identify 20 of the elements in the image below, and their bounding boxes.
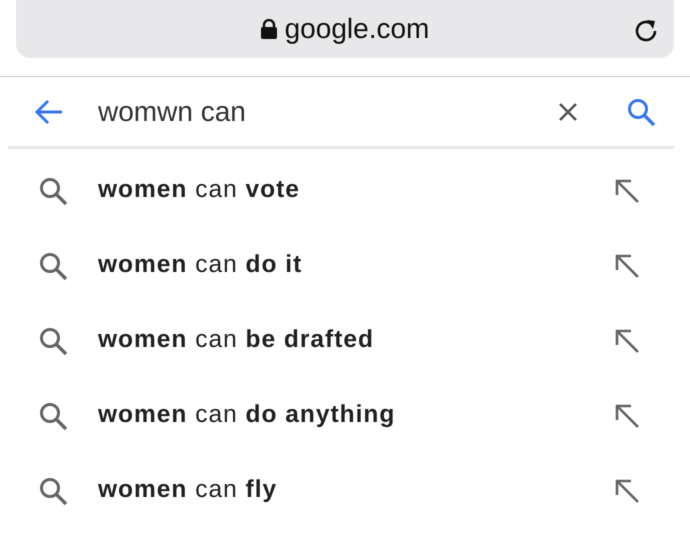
search-icon (38, 176, 68, 206)
search-icon (38, 400, 68, 430)
clear-icon[interactable] (558, 102, 578, 122)
address-text[interactable]: google.com (284, 8, 430, 50)
suggestion-item[interactable]: women can do anything (98, 397, 614, 434)
search-icon[interactable] (626, 96, 656, 126)
suggestion-item[interactable]: women can vote (98, 172, 614, 209)
suggestion-item[interactable]: women can do it (98, 247, 614, 284)
fill-query-arrow-icon[interactable] (614, 402, 640, 428)
search-field[interactable]: womwn can (98, 90, 264, 132)
search-icon (38, 476, 68, 506)
search-icon (38, 326, 68, 356)
search-icon (38, 250, 68, 280)
fill-query-arrow-icon[interactable] (614, 478, 640, 504)
suggestion-item[interactable]: women can fly (98, 472, 614, 509)
back-icon[interactable] (34, 98, 64, 124)
suggestion-item[interactable]: women can be drafted (98, 322, 614, 359)
fill-query-arrow-icon[interactable] (614, 178, 640, 204)
fill-query-arrow-icon[interactable] (614, 252, 640, 278)
fill-query-arrow-icon[interactable] (614, 328, 640, 354)
